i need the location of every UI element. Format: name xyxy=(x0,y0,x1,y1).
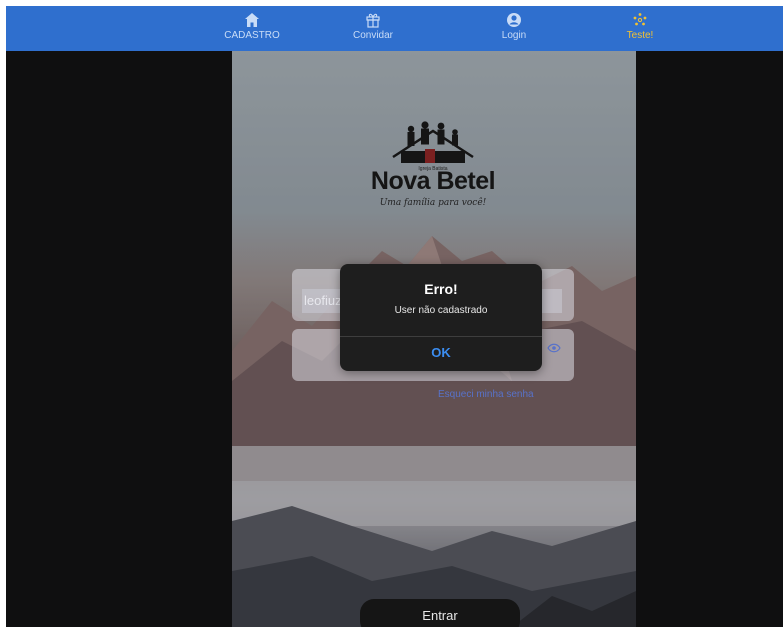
logo-tagline: Uma família para você! xyxy=(379,198,487,208)
alert-message: User não cadastrado xyxy=(394,305,488,316)
eye-icon[interactable] xyxy=(547,343,561,353)
error-alert-dialog: Erro! User não cadastrado OK xyxy=(340,264,542,371)
church-logo: Igreja Batista Nova Betel Uma família pa… xyxy=(363,117,503,217)
nav-item-convidar[interactable]: Convidar xyxy=(333,10,413,48)
alert-divider xyxy=(340,336,542,337)
nav-label-login: Login xyxy=(501,30,527,41)
nav-item-cadastro[interactable]: CADASTRO xyxy=(212,10,292,48)
enter-button[interactable]: Entrar xyxy=(360,599,520,627)
nav-item-login[interactable]: Login xyxy=(474,10,554,48)
user-circle-icon xyxy=(507,13,521,27)
home-icon xyxy=(245,13,259,27)
sparkle-icon xyxy=(633,13,647,26)
alert-ok-button[interactable]: OK xyxy=(340,338,542,368)
nav-label-cadastro: CADASTRO xyxy=(224,30,280,41)
forgot-password-link[interactable]: Esqueci minha senha xyxy=(438,389,534,400)
nav-item-teste[interactable]: Teste! xyxy=(600,10,680,48)
top-navigation: CADASTRO Convidar Login Teste! xyxy=(6,6,783,51)
gift-icon xyxy=(366,13,380,28)
alert-title: Erro! xyxy=(424,281,458,297)
app-frame: CADASTRO Convidar Login Teste! Igreja Ba… xyxy=(6,6,783,627)
nav-label-convidar: Convidar xyxy=(352,30,394,41)
logo-title: Nova Betel xyxy=(370,167,496,195)
family-house-logo-icon xyxy=(392,121,474,163)
nav-label-teste: Teste! xyxy=(626,30,654,41)
